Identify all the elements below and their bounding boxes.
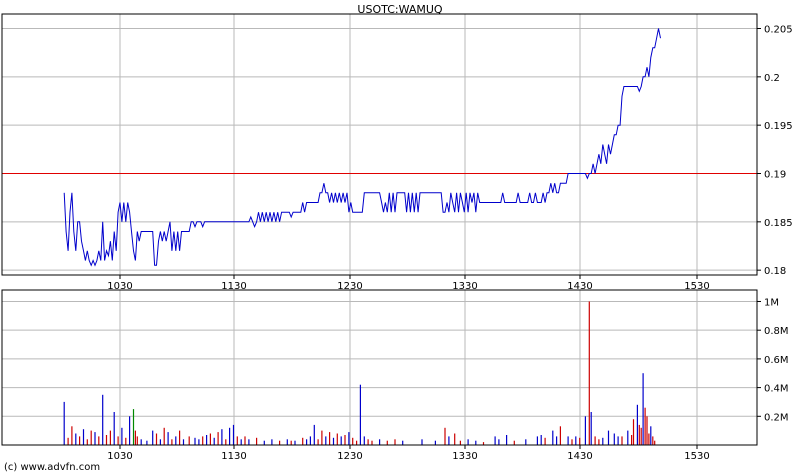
price-y-tick-label: 0.195 — [764, 121, 793, 132]
price-y-axis: 0.205 0.2 0.195 0.19 0.185 0.18 — [757, 25, 793, 277]
volume-x-tick-label: 1230 — [337, 451, 362, 462]
volume-y-tick-label: 0.4M — [764, 384, 789, 395]
copyright-text: (c) www.advfn.com — [4, 462, 100, 473]
volume-y-tick-label: 0.6M — [764, 355, 789, 366]
volume-x-axis: 1030 1130 1230 1330 1430 1530 — [107, 445, 710, 462]
price-y-tick-label: 0.19 — [764, 170, 786, 181]
volume-panel: 1M0.8M0.6M0.4M0.2M 1030 1130 1230 1330 1430 1… — [1, 289, 789, 462]
volume-plot-area — [2, 290, 757, 445]
price-y-tick-label: 0.185 — [764, 218, 793, 229]
volume-x-tick-label: 1330 — [452, 451, 477, 462]
volume-x-tick-label: 1030 — [107, 451, 132, 462]
price-x-axis: 1030 1130 1230 1330 1430 1530 — [107, 275, 710, 292]
price-y-tick-label: 0.18 — [764, 266, 786, 277]
price-y-tick-label: 0.205 — [764, 25, 793, 36]
volume-y-tick-label: 0.2M — [764, 412, 789, 423]
price-y-tick-label: 0.2 — [764, 73, 780, 84]
volume-x-tick-label: 1130 — [221, 451, 246, 462]
chart-canvas: USOTC:WAMUQ 0.2050.20.1950.190.1850.18 1… — [1, 3, 793, 473]
volume-y-axis: 1M 0.8M 0.6M 0.4M 0.2M — [757, 297, 789, 423]
volume-x-tick-label: 1430 — [567, 451, 592, 462]
price-plot-area — [2, 14, 757, 275]
price-panel: USOTC:WAMUQ 0.2050.20.1950.190.1850.18 1… — [1, 3, 793, 292]
volume-y-tick-label: 1M — [764, 297, 779, 308]
volume-y-tick-label: 0.8M — [764, 326, 789, 337]
volume-x-tick-label: 1530 — [684, 451, 709, 462]
